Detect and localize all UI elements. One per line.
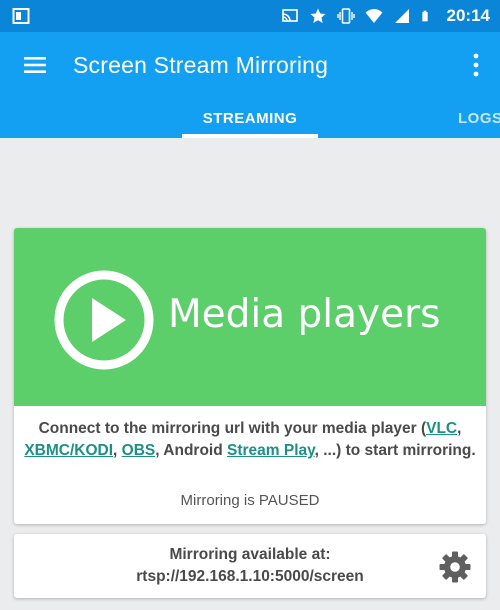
status-bar: 20:14 [0, 0, 500, 32]
mirroring-status: Mirroring is PAUSED [180, 492, 320, 509]
tab-logs[interactable]: LOGS [458, 110, 500, 127]
status-icons: 20:14 [281, 0, 490, 32]
media-players-card: Media players Connect to the mirroring u… [14, 228, 486, 524]
gear-icon[interactable] [438, 550, 472, 584]
menu-icon[interactable] [22, 54, 48, 76]
tab-streaming[interactable]: STREAMING [182, 110, 318, 127]
overflow-menu-icon[interactable] [472, 52, 480, 78]
app-bar: Screen Stream Mirroring STREAMING LOGS [0, 32, 500, 138]
obs-link[interactable]: OBS [122, 442, 156, 459]
media-players-banner[interactable]: Media players [14, 228, 486, 406]
connect-instructions: Connect to the mirroring url with your m… [24, 418, 476, 462]
vibrate-icon [336, 8, 355, 24]
star-icon [310, 8, 326, 23]
connect-prefix: Connect to the mirroring url with your m… [38, 420, 427, 437]
clock: 20:14 [446, 6, 490, 25]
cast-icon [281, 9, 298, 22]
connect-suffix: , ...) to start mirroring. [314, 442, 476, 459]
play-icon [54, 270, 154, 370]
banner-title: Media players [168, 292, 441, 337]
address-label: Mirroring available at: [169, 546, 331, 563]
app-title: Screen Stream Mirroring [73, 52, 329, 78]
comma-separator: , [113, 442, 122, 459]
stream-play-link[interactable]: Stream Play [227, 442, 315, 459]
screen-mirror-notification-icon [12, 8, 30, 24]
tab-bar: STREAMING LOGS [0, 102, 500, 138]
stream-url: rtsp://192.168.1.10:5000/screen [136, 568, 364, 585]
signal-icon [394, 9, 409, 23]
address-card: Mirroring available at: rtsp://192.168.1… [14, 534, 486, 598]
vlc-link[interactable]: VLC [426, 420, 457, 437]
comma-separator: , [457, 420, 462, 437]
wifi-icon [365, 9, 383, 23]
android-text: , Android [155, 442, 227, 459]
battery-icon [421, 10, 428, 22]
xbmc-kodi-link[interactable]: XBMC/KODI [24, 442, 113, 459]
